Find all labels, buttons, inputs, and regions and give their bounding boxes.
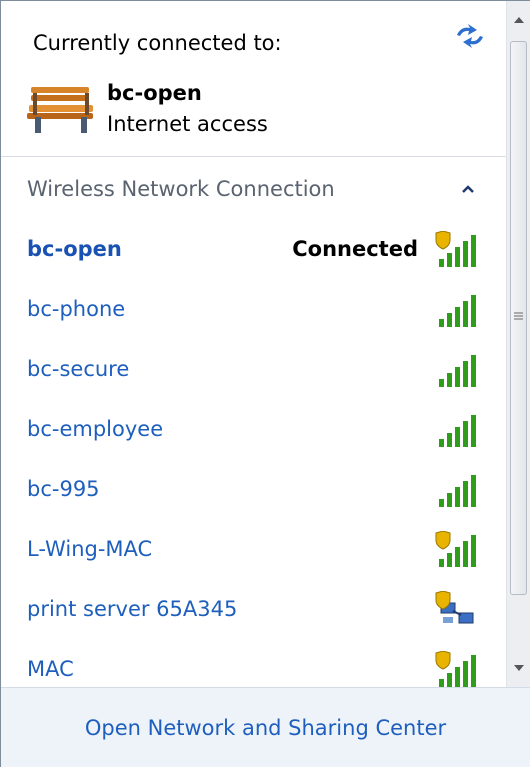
network-name: bc-open (27, 237, 122, 261)
footer: Open Network and Sharing Center (1, 687, 530, 767)
scroll-up-arrow-icon[interactable] (507, 1, 530, 41)
network-name: bc-phone (27, 297, 126, 321)
grip-icon (514, 312, 523, 320)
signal-secured-icon (435, 531, 476, 567)
connected-network-status: Internet access (107, 112, 268, 136)
network-name: bc-secure (27, 357, 130, 381)
signal-secured-icon (435, 231, 476, 267)
bench-icon (27, 87, 93, 133)
scroll-thumb[interactable] (510, 41, 527, 595)
network-item-print-server[interactable]: print server 65A345 (1, 581, 506, 641)
current-connection-section: Currently connected to: bc-open Internet… (1, 1, 506, 157)
network-item-bc-open[interactable]: bc-open Connected (1, 221, 506, 281)
network-name: bc-995 (27, 477, 100, 501)
signal-icon (439, 415, 476, 447)
network-item-mac[interactable]: MAC (1, 641, 506, 687)
current-connection-title: Currently connected to: (33, 31, 282, 55)
signal-icon (439, 295, 476, 327)
network-name: MAC (27, 657, 74, 681)
signal-icon (439, 475, 476, 507)
open-network-sharing-center-link[interactable]: Open Network and Sharing Center (1, 716, 530, 740)
network-item-bc-secure[interactable]: bc-secure (1, 341, 506, 401)
scrollbar[interactable] (506, 1, 530, 687)
network-item-bc-employee[interactable]: bc-employee (1, 401, 506, 461)
refresh-icon[interactable] (453, 23, 487, 49)
network-name: bc-employee (27, 417, 164, 441)
scroll-down-arrow-icon[interactable] (507, 647, 530, 687)
connected-network-name: bc-open (107, 81, 202, 105)
network-item-bc-phone[interactable]: bc-phone (1, 281, 506, 341)
network-item-bc-995[interactable]: bc-995 (1, 461, 506, 521)
signal-secured-icon (435, 651, 476, 687)
adhoc-secured-icon (435, 591, 474, 624)
network-flyout: Currently connected to: bc-open Internet… (0, 0, 530, 767)
network-item-l-wing-mac[interactable]: L-Wing-MAC (1, 521, 506, 581)
signal-icon (439, 355, 476, 387)
network-status: Connected (292, 237, 418, 261)
network-name: L-Wing-MAC (27, 537, 153, 561)
chevron-up-icon[interactable] (461, 184, 475, 194)
section-title: Wireless Network Connection (27, 177, 335, 201)
wireless-section-header[interactable]: Wireless Network Connection (1, 157, 506, 221)
network-name: print server 65A345 (27, 597, 238, 621)
network-list: Wireless Network Connection bc-open Conn… (1, 157, 506, 687)
